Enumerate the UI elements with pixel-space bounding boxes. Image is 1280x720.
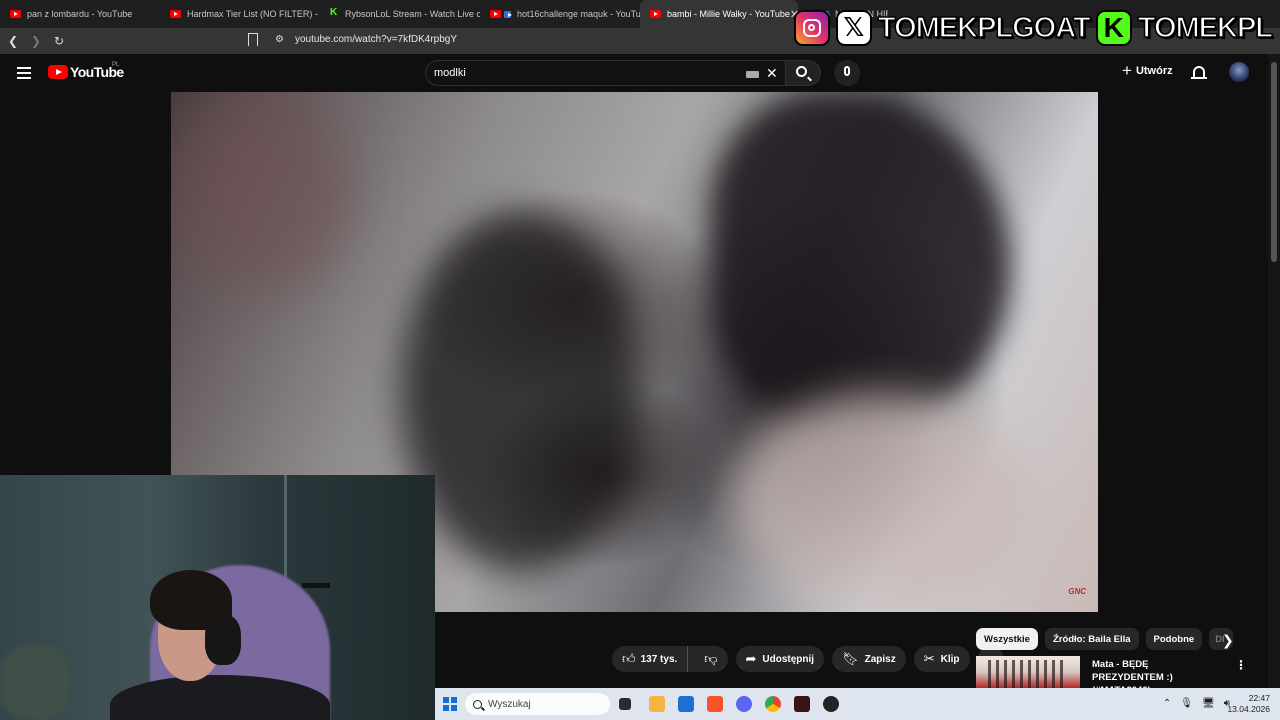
more-vert-icon[interactable]: ⋮ bbox=[1235, 658, 1247, 672]
bookmark-icon: 🔖︎ bbox=[842, 651, 859, 667]
youtube-icon bbox=[650, 10, 661, 18]
overlay-handle: TOMEKPLGOAT bbox=[877, 11, 1091, 45]
reload-icon[interactable]: ↻ bbox=[49, 31, 69, 51]
taskbar-clock[interactable]: 22:47 13.04.2026 bbox=[1227, 693, 1270, 715]
kick-icon bbox=[330, 7, 339, 19]
system-tray: ⌃ 🎙︎ 🖥︎ 🔊︎ bbox=[1163, 698, 1230, 709]
tab-title: hot16challenge maquk - YouTube bbox=[517, 9, 640, 19]
site-info-icon[interactable]: ⚙ bbox=[275, 34, 284, 45]
tab-title: pan z lombardu - YouTube bbox=[27, 9, 133, 19]
chip-source[interactable]: Źródło: Baila Ella bbox=[1044, 628, 1139, 650]
video-actions: 👍︎ 137 tys. 👎︎ ➦ Udostępnij 🔖︎ Zapisz ✂ … bbox=[612, 646, 1004, 672]
dislike-button[interactable]: 👎︎ bbox=[694, 646, 727, 672]
youtube-icon bbox=[170, 10, 181, 18]
taskbar-search-placeholder: Wyszukaj bbox=[488, 698, 531, 710]
browser-tab[interactable]: hot16challenge maquk - YouTube bbox=[480, 0, 640, 28]
store-icon[interactable] bbox=[678, 696, 694, 712]
chip-related[interactable]: Podobne bbox=[1145, 628, 1203, 650]
browser-tab[interactable]: pan z lombardu - YouTube bbox=[0, 0, 160, 28]
share-button[interactable]: ➦ Udostępnij bbox=[735, 646, 825, 672]
search-input[interactable]: modlki ✕ bbox=[425, 60, 787, 86]
chrome-icon[interactable] bbox=[765, 696, 781, 712]
search-query[interactable]: modlki bbox=[434, 67, 466, 79]
page-scrollbar[interactable] bbox=[1268, 54, 1280, 688]
webcam-background-shape bbox=[302, 583, 330, 588]
search-button[interactable] bbox=[785, 60, 821, 86]
tab-title: Hardmax Tier List (NO FILTER) - YouTube bbox=[187, 9, 320, 19]
thumbs-down-icon: 👎︎ bbox=[704, 651, 718, 667]
task-view-icon[interactable] bbox=[619, 698, 631, 710]
chip-all[interactable]: Wszystkie bbox=[976, 628, 1038, 650]
clip-label: Klip bbox=[940, 653, 960, 665]
youtube-icon bbox=[490, 10, 501, 18]
instagram-icon bbox=[793, 10, 830, 46]
browser-tab[interactable]: RybsonLoL Stream - Watch Live on Kick bbox=[320, 0, 480, 28]
plus-icon: + bbox=[1122, 61, 1132, 80]
video-frame-shape bbox=[731, 392, 1031, 612]
kick-icon: K bbox=[1095, 10, 1132, 46]
voice-search-button[interactable] bbox=[834, 60, 860, 86]
tab-title: RybsonLoL Stream - Watch Live on Kick bbox=[345, 9, 480, 19]
clock-date: 13.04.2026 bbox=[1227, 704, 1270, 714]
discord-icon[interactable] bbox=[736, 696, 752, 712]
clock-time: 22:47 bbox=[1248, 693, 1270, 703]
keyboard-icon[interactable] bbox=[746, 71, 759, 78]
browser-tab-active[interactable]: bambi - Millie Walky - YouTube ✕ bbox=[640, 0, 798, 28]
notifications-bell-icon[interactable] bbox=[1191, 66, 1207, 79]
windows-start-icon[interactable] bbox=[443, 697, 457, 711]
youtube-masthead: YouTube PL modlki ✕ + Utwórz bbox=[0, 54, 1268, 92]
thumbs-up-icon: 👍︎ bbox=[622, 651, 636, 667]
game-app-icon[interactable] bbox=[794, 696, 810, 712]
share-label: Udostępnij bbox=[762, 653, 815, 665]
back-icon[interactable]: ❮ bbox=[3, 31, 23, 51]
microphone-icon bbox=[844, 66, 850, 76]
webcam-headset-shape bbox=[205, 615, 241, 665]
scrollbar-thumb[interactable] bbox=[1271, 62, 1277, 262]
x-icon: 𝕏 bbox=[835, 10, 872, 46]
youtube-logo-icon[interactable] bbox=[48, 65, 68, 79]
forward-icon[interactable]: ❯ bbox=[26, 31, 46, 51]
browser-tab[interactable]: Hardmax Tier List (NO FILTER) - YouTube bbox=[160, 0, 320, 28]
windows-taskbar: Wyszukaj ⌃ 🎙︎ 🖥︎ 🔊︎ 22:47 13.04.2026 bbox=[435, 688, 1280, 720]
recommended-video-thumbnail[interactable] bbox=[976, 656, 1080, 688]
app-icon bbox=[504, 10, 512, 18]
save-label: Zapisz bbox=[864, 653, 896, 665]
save-button[interactable]: 🔖︎ Zapisz bbox=[832, 646, 906, 672]
create-label: Utwórz bbox=[1135, 65, 1173, 77]
video-watermark: GNC bbox=[1068, 587, 1086, 596]
chevron-right-icon[interactable]: ❯ bbox=[1222, 632, 1234, 649]
youtube-icon bbox=[10, 10, 21, 18]
address-bar[interactable]: youtube.com/watch?v=7kfDK4rpbgY bbox=[295, 34, 457, 45]
network-icon[interactable]: 🖥︎ bbox=[1202, 698, 1215, 709]
recommendation-chips: Wszystkie Źródło: Baila Ella Podobne Dl bbox=[976, 628, 1234, 650]
tab-title: bambi - Millie Walky - YouTube bbox=[667, 9, 790, 19]
video-frame-shape bbox=[401, 212, 641, 572]
overlay-handle: TOMEKPL bbox=[1137, 11, 1274, 45]
file-explorer-icon[interactable] bbox=[649, 696, 665, 712]
avatar[interactable] bbox=[1229, 62, 1249, 82]
social-overlay-banner: 𝕏 TOMEKPLGOAT K TOMEKPL bbox=[793, 8, 1274, 48]
video-frame-shape bbox=[711, 92, 1011, 422]
like-dislike-group: 👍︎ 137 tys. 👎︎ bbox=[612, 646, 728, 672]
clear-search-icon[interactable]: ✕ bbox=[766, 65, 778, 82]
microphone-icon[interactable]: 🎙︎ bbox=[1180, 698, 1193, 709]
clip-button[interactable]: ✂ Klip bbox=[913, 646, 970, 672]
search-icon bbox=[473, 699, 482, 709]
chevron-up-icon[interactable]: ⌃ bbox=[1163, 698, 1171, 709]
webcam-background-shape bbox=[0, 645, 70, 720]
obs-icon[interactable] bbox=[823, 696, 839, 712]
webcam-overlay bbox=[0, 475, 435, 720]
scissors-icon: ✂ bbox=[923, 651, 935, 667]
menu-icon[interactable] bbox=[17, 67, 31, 79]
create-button[interactable]: + Utwórz bbox=[1122, 61, 1173, 80]
video-frame-shape bbox=[171, 92, 351, 292]
share-icon: ➦ bbox=[745, 651, 757, 667]
country-code: PL bbox=[112, 62, 120, 68]
search-icon bbox=[796, 66, 807, 77]
like-count: 137 tys. bbox=[640, 653, 678, 665]
bookmark-icon[interactable] bbox=[248, 33, 258, 46]
taskbar-search-input[interactable]: Wyszukaj bbox=[465, 693, 610, 715]
brave-icon[interactable] bbox=[707, 696, 723, 712]
like-button[interactable]: 👍︎ 137 tys. bbox=[612, 646, 689, 672]
